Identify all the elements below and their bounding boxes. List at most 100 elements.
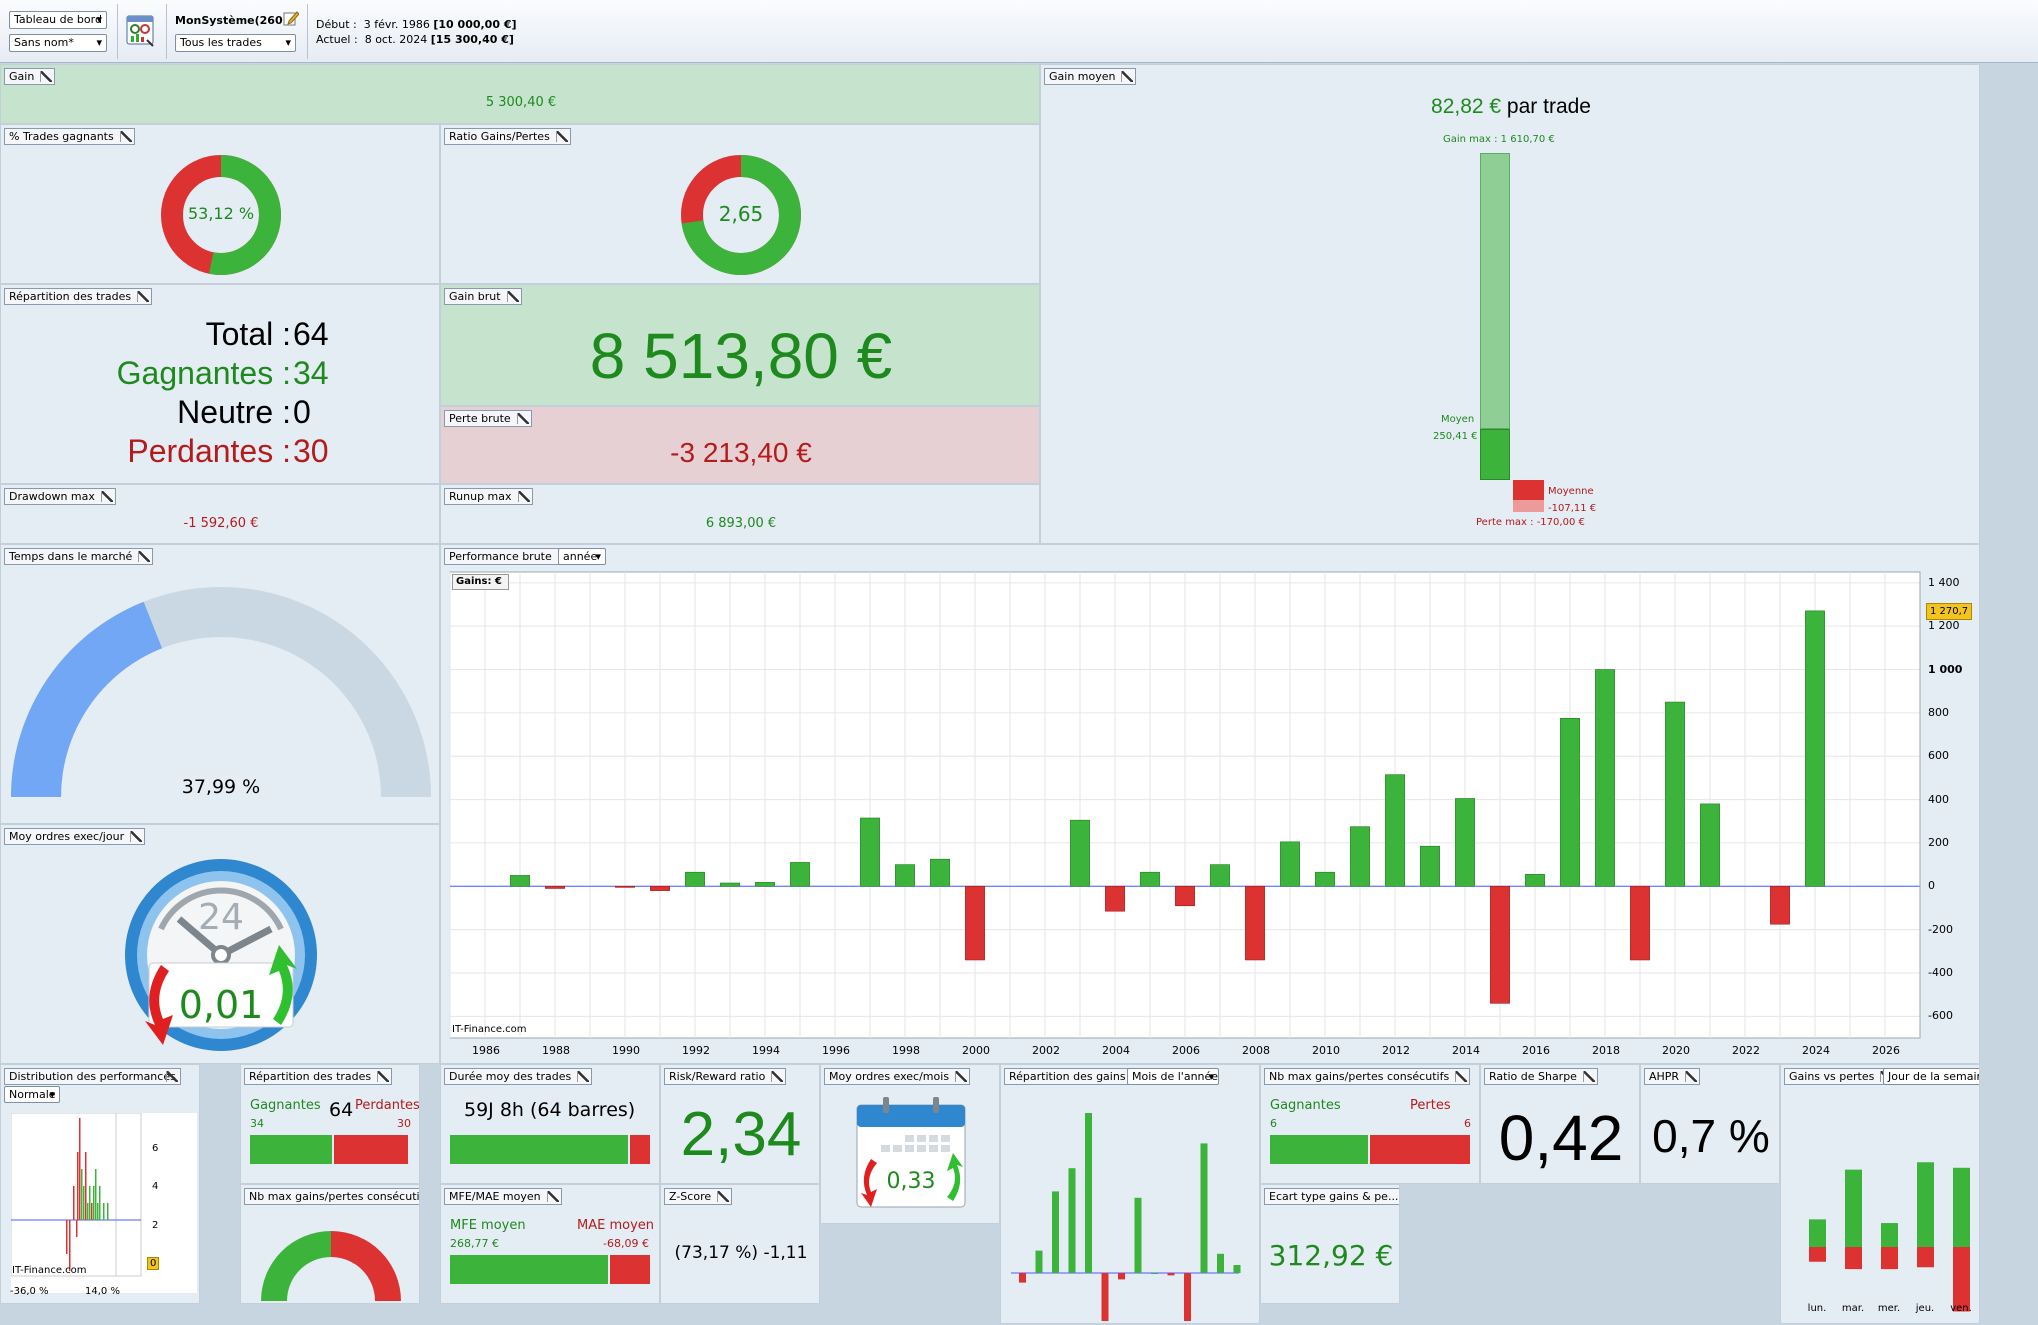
ecart-type-tab[interactable]: Ecart type gains & pe... — [1264, 1188, 1399, 1205]
perf-bar — [895, 864, 915, 887]
gains-bar — [1845, 1169, 1862, 1247]
perf-xtick: 2012 — [1382, 1044, 1410, 1057]
distribution-tab[interactable]: Distribution des performances — [4, 1068, 181, 1085]
win-row: Gagnantes :34 — [116, 355, 329, 391]
perf-xtick: 1988 — [542, 1044, 570, 1057]
perf-bar — [1385, 774, 1405, 887]
dashboard-name-select[interactable]: Sans nom* — [9, 34, 107, 52]
perf-xtick: 2002 — [1032, 1044, 1060, 1057]
edit-icon[interactable] — [283, 10, 300, 26]
perte-brute-value: -3 213,40 € — [670, 437, 812, 468]
sharpe-panel: Ratio de Sharpe 0,42 — [1480, 1064, 1640, 1184]
sharpe-value: 0,42 — [1498, 1102, 1624, 1174]
rep-small-win-label: Gagnantes — [250, 1098, 321, 1113]
drawdown-tab[interactable]: Drawdown max — [4, 488, 116, 505]
temps-value: 37,99 % — [181, 776, 261, 798]
ahpr-value: 0,7 % — [1652, 1110, 1770, 1162]
perf-last-value-badge: 1 270,7 — [1926, 602, 1973, 620]
perf-bar — [860, 817, 880, 887]
pertes-bar — [1845, 1247, 1862, 1270]
perf-bar — [720, 882, 740, 887]
perf-xtick: 2008 — [1242, 1044, 1270, 1057]
gains-bar — [1809, 1219, 1826, 1247]
temps-panel: Temps dans le marché 37,99 % — [0, 544, 440, 824]
rep-gains-bar — [1035, 1250, 1043, 1273]
distribution-bar — [103, 1203, 105, 1220]
moy-ordres-jour-panel: Moy ordres exec/jour 24 0,01 — [0, 824, 440, 1064]
perf-bar — [1420, 845, 1440, 887]
perf-xtick: 1990 — [612, 1044, 640, 1057]
risk-reward-tab[interactable]: Risk/Reward ratio — [664, 1068, 787, 1085]
moyen-value: 250,41 € — [1433, 431, 1478, 442]
consec-half-donut — [261, 1231, 401, 1301]
win-pct-tab[interactable]: % Trades gagnants — [4, 128, 135, 145]
distribution-xmin: -36,0 % — [10, 1286, 49, 1297]
perf-xtick: 2016 — [1522, 1044, 1550, 1057]
gain-brut-value: 8 513,80 € — [589, 320, 893, 392]
gain-brut-panel: Gain brut 8 513,80 € — [440, 284, 1040, 406]
runup-tab[interactable]: Runup max — [444, 488, 533, 505]
perte-max-bar — [1513, 500, 1544, 512]
rep-trades-small-tab[interactable]: Répartition des trades — [244, 1068, 393, 1085]
duree-moy-tab[interactable]: Durée moy des trades — [444, 1068, 593, 1085]
moy-ordres-mois-tab[interactable]: Moy ordres exec/mois — [824, 1068, 971, 1085]
moy-ordres-mois-panel: Moy ordres exec/mois 0,33 — [820, 1064, 1000, 1224]
perf-bar — [1315, 871, 1335, 887]
repartition-tab[interactable]: Répartition des trades — [4, 288, 153, 305]
perf-xtick: 2024 — [1802, 1044, 1830, 1057]
start-info: Début : 3 févr. 1986 [10 000,00 €] — [316, 18, 517, 31]
risk-reward-panel: Risk/Reward ratio 2,34 — [660, 1064, 820, 1184]
moy-ordres-jour-tab[interactable]: Moy ordres exec/jour — [4, 828, 146, 845]
perte-brute-tab[interactable]: Perte brute — [444, 410, 532, 427]
perf-ytick: 600 — [1928, 749, 1949, 763]
perf-bar — [755, 882, 775, 887]
distribution-mode-select[interactable]: Normale — [4, 1086, 60, 1103]
ecart-type-value: 312,92 € — [1268, 1239, 1394, 1272]
gain-tab[interactable]: Gain — [4, 68, 56, 85]
pertes-bar — [1809, 1247, 1826, 1262]
runup-panel: Runup max 6 893,00 € — [440, 484, 1040, 544]
current-info: Actuel : 8 oct. 2024 [15 300,40 €] — [316, 33, 514, 46]
pertes-bar — [1917, 1247, 1934, 1268]
ecart-type-panel: Ecart type gains & pe... 312,92 € — [1260, 1184, 1400, 1304]
trades-filter-select[interactable]: Tous les trades — [175, 34, 296, 52]
ahpr-tab[interactable]: AHPR — [1644, 1068, 1701, 1085]
distribution-bar — [79, 1118, 81, 1220]
zscore-panel: Z-Score (73,17 %) -1,11 — [660, 1184, 820, 1304]
sharpe-tab[interactable]: Ratio de Sharpe — [1484, 1068, 1598, 1085]
distribution-bar — [87, 1203, 89, 1220]
ratio-panel: Ratio Gains/Pertes 2,65 — [440, 124, 1040, 284]
perf-bar — [1770, 885, 1790, 925]
consec-loss-bar — [1370, 1135, 1470, 1164]
zscore-tab[interactable]: Z-Score — [664, 1188, 733, 1205]
rep-gains-bar — [1118, 1273, 1125, 1280]
gains-bar — [1917, 1162, 1934, 1247]
toolbar: Tableau de bord Sans nom* MonSystème(260… — [0, 0, 2038, 63]
perf-ytick: 200 — [1928, 835, 1949, 849]
distribution-zero-badge: 0 — [147, 1257, 160, 1270]
ratio-tab[interactable]: Ratio Gains/Pertes — [444, 128, 571, 145]
perf-bar — [1210, 864, 1230, 887]
mfe-mae-tab[interactable]: MFE/MAE moyen — [444, 1188, 562, 1205]
perf-xtick: 2000 — [962, 1044, 990, 1057]
day-label: mer. — [1878, 1303, 1900, 1314]
perte-max-label: Perte max : -170,00 € — [1476, 517, 1585, 528]
nb-max-consec-tab[interactable]: Nb max gains/pertes consécutifs — [1264, 1068, 1471, 1085]
moy-ordres-jour-value: 0,01 — [178, 983, 264, 1027]
dashboard-select[interactable]: Tableau de bord — [9, 11, 107, 29]
perf-xtick: 2014 — [1452, 1044, 1480, 1057]
mae-value: -68,09 € — [603, 1237, 649, 1250]
ahpr-panel: AHPR 0,7 % — [1640, 1064, 1780, 1184]
distribution-bar — [93, 1186, 95, 1220]
perf-bar — [1105, 885, 1125, 912]
mfe-mae-panel: MFE/MAE moyen MFE moyen 268,77 € MAE moy… — [440, 1184, 660, 1304]
perf-bar — [545, 885, 565, 889]
perf-xtick: 2020 — [1662, 1044, 1690, 1057]
report-icon[interactable] — [125, 14, 157, 48]
nb-max-consec-small-tab[interactable]: Nb max gains/pertes consécutifs — [244, 1188, 419, 1205]
gains-bar — [1881, 1223, 1898, 1247]
consec-loss-value: 6 — [1464, 1117, 1471, 1130]
gain-moyen-tab[interactable]: Gain moyen — [1044, 68, 1137, 85]
gain-brut-tab[interactable]: Gain brut — [444, 288, 522, 305]
distribution-ytick-4: 4 — [152, 1181, 159, 1192]
